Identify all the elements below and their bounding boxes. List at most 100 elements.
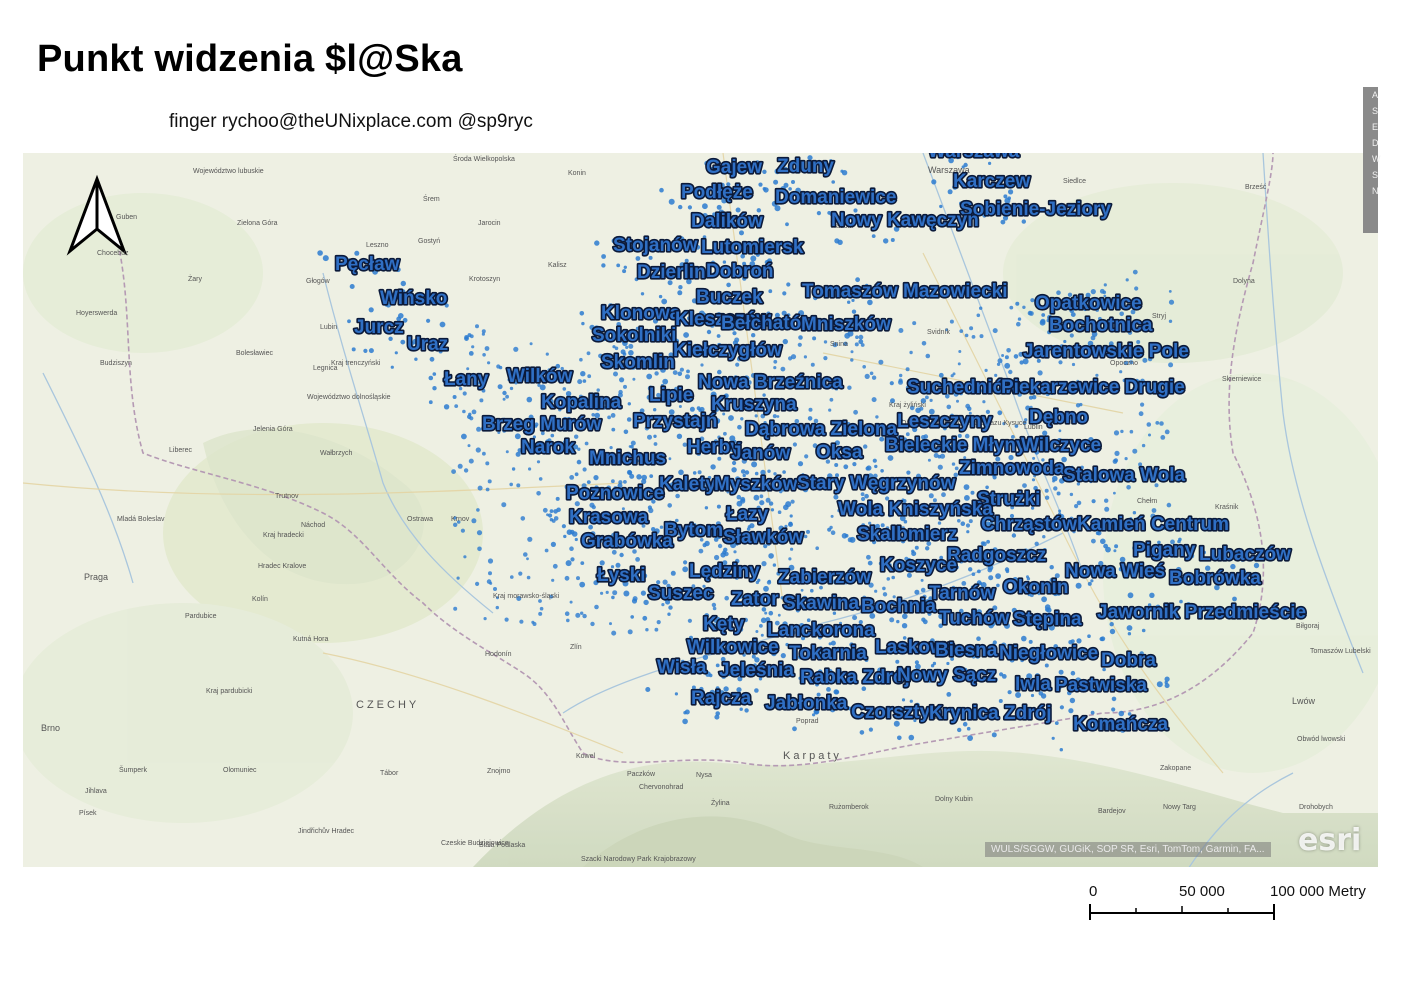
place-label[interactable]: Narok (519, 435, 576, 459)
place-label[interactable]: Zabierzów (776, 565, 872, 589)
place-label[interactable]: Kruszyna (709, 392, 798, 416)
place-label[interactable]: Chrząstów (979, 512, 1078, 536)
place-label[interactable]: Dąbrowa Zielona (743, 417, 899, 441)
place-label[interactable]: Skawina (781, 591, 861, 615)
place-label[interactable]: Uraz (405, 332, 449, 356)
place-label[interactable]: Pigany (1131, 538, 1197, 562)
place-label[interactable]: Przystajń (631, 409, 719, 433)
place-label[interactable]: Kiełczygłów (671, 338, 783, 362)
place-label[interactable]: Lubaczów (1197, 542, 1292, 566)
place-label[interactable]: Buczek (694, 285, 764, 309)
place-label[interactable]: Lipie (647, 383, 695, 407)
place-label[interactable]: Poznowice (564, 481, 665, 505)
place-label[interactable]: Krasowa (567, 505, 650, 529)
place-label[interactable]: Tokarnia (787, 641, 868, 665)
place-label[interactable]: Skalbmierz (855, 522, 959, 546)
place-label[interactable]: Piekarzewice Drugie (999, 375, 1186, 399)
place-label[interactable]: Zimnowoda (957, 456, 1066, 480)
place-label[interactable]: Mnichus (587, 446, 667, 470)
place-label[interactable]: Opatkowice (1033, 291, 1143, 315)
side-panel-tab[interactable]: A S E D W S N (1363, 87, 1381, 233)
place-label[interactable]: Kamień Centrum (1075, 512, 1230, 536)
place-label[interactable]: Bieleckie Młyny (883, 433, 1028, 457)
place-label[interactable]: Lędziny (687, 559, 761, 583)
place-label[interactable]: Krynica Zdrój (927, 701, 1053, 725)
place-label[interactable]: Tuchów (937, 606, 1011, 630)
place-label[interactable]: Nowa Wieś (1063, 559, 1166, 583)
place-label[interactable]: Pastwiska (1053, 673, 1149, 697)
map-view[interactable]: Województwo lubuskie Środa Wielkopolska Ko… (23, 153, 1378, 867)
place-label[interactable]: Jarentowskie Pole (1021, 339, 1190, 363)
place-label[interactable]: Stary Węgrzynów (795, 471, 957, 495)
place-label[interactable]: Sobienie-Jeziory (958, 197, 1113, 221)
place-label[interactable]: Grabówka (579, 529, 674, 553)
place-label[interactable]: Janów (729, 441, 792, 465)
place-label[interactable]: Kopalina (539, 390, 623, 414)
place-label[interactable]: Stojanów (611, 233, 699, 257)
place-label[interactable]: Kalety (657, 472, 718, 496)
place-label[interactable]: Wilków (505, 364, 574, 388)
place-label[interactable]: Wińsko (378, 286, 449, 310)
place-label[interactable]: Bochotnica (1047, 313, 1154, 337)
place-label[interactable]: Sławków (721, 525, 805, 549)
place-label[interactable]: Tomaszów Mazowiecki (800, 279, 1009, 303)
place-label[interactable]: Dobroń (704, 259, 775, 283)
place-label[interactable]: Wisła (655, 655, 708, 679)
place-label[interactable]: Stalowa Wola (1061, 463, 1187, 487)
place-label[interactable]: Brzeg Murów (480, 412, 603, 436)
place-label[interactable]: Zduny (775, 154, 836, 178)
place-label[interactable]: Bobrówka (1167, 566, 1262, 590)
place-label[interactable]: Pęcław (333, 252, 401, 276)
place-label[interactable]: Zator (729, 587, 780, 611)
place-label[interactable]: Karczew (951, 169, 1032, 193)
place-label[interactable]: Iwla (1013, 672, 1053, 696)
place-label[interactable]: Leszczyny (895, 409, 994, 433)
place-label[interactable]: Sokolniki (590, 323, 678, 347)
place-label[interactable]: Suszec (646, 581, 715, 605)
place-label[interactable]: Podłęże (679, 180, 754, 204)
place-point (731, 467, 737, 473)
place-label[interactable]: Domaniewice (773, 185, 898, 209)
place-label[interactable]: Łazy (724, 502, 770, 526)
map-attribution[interactable]: WULS/SGGW, GUGiK, SOP SR, Esri, TomTom, … (985, 842, 1271, 857)
place-label[interactable]: Dębno (1027, 405, 1089, 429)
place-label[interactable]: Nowy Kawęczyn (829, 208, 980, 232)
place-label[interactable]: Klonowa (599, 301, 682, 325)
map-canvas[interactable]: Województwo lubuskie Środa Wielkopolska Ko… (23, 153, 1378, 867)
place-label[interactable]: Wola Kniszyńska (836, 497, 994, 521)
place-label[interactable]: Warszawa (926, 153, 1021, 164)
place-label[interactable]: Okonin (1001, 575, 1070, 599)
place-label[interactable]: Tarnów (927, 581, 997, 605)
place-label[interactable]: Dalików (689, 209, 764, 233)
place-label[interactable]: Koszyce (878, 553, 958, 577)
place-label[interactable]: Mniszków (799, 312, 892, 336)
place-label[interactable]: Jeleśnia (717, 658, 796, 682)
place-label[interactable]: Łyski (595, 563, 647, 587)
place-label[interactable]: Wilczyce (1019, 433, 1102, 457)
place-label[interactable]: Myszków (712, 472, 799, 496)
place-label[interactable]: Gajew (704, 155, 763, 179)
place-label[interactable]: Stępina (1011, 607, 1083, 631)
place-label[interactable]: Jawornik Przedmieście (1095, 600, 1307, 624)
place-label[interactable]: Bochnia (859, 594, 938, 618)
place-label[interactable]: Biesna (933, 638, 999, 662)
place-label[interactable]: Niegłowice (997, 641, 1099, 665)
place-label[interactable]: Lutomiersk (699, 235, 805, 259)
place-label[interactable]: Oksa (814, 440, 864, 464)
place-label[interactable]: Nowy Sącz (895, 663, 997, 687)
place-label[interactable]: Jurcz (352, 315, 405, 339)
place-label[interactable]: Komańcza (1071, 712, 1170, 736)
place-label[interactable]: Dzierlin (635, 260, 707, 284)
place-label[interactable]: Wilkowice (685, 635, 780, 659)
place-label[interactable]: Lanckorona (765, 618, 876, 642)
place-label[interactable]: Nowa Brzeźnica (696, 370, 844, 394)
place-label[interactable]: Rajcza (689, 686, 753, 710)
place-point (765, 497, 771, 503)
place-label[interactable]: Skomlin (599, 350, 676, 374)
place-label[interactable]: Łany (442, 367, 490, 391)
place-label[interactable]: Jabłonka (763, 691, 849, 715)
place-label[interactable]: Kęty (701, 612, 746, 636)
place-label[interactable]: Dobra (1099, 648, 1158, 672)
place-label[interactable]: Rabka Zdrój (798, 665, 911, 689)
place-label[interactable]: Radgoszcz (945, 543, 1047, 567)
